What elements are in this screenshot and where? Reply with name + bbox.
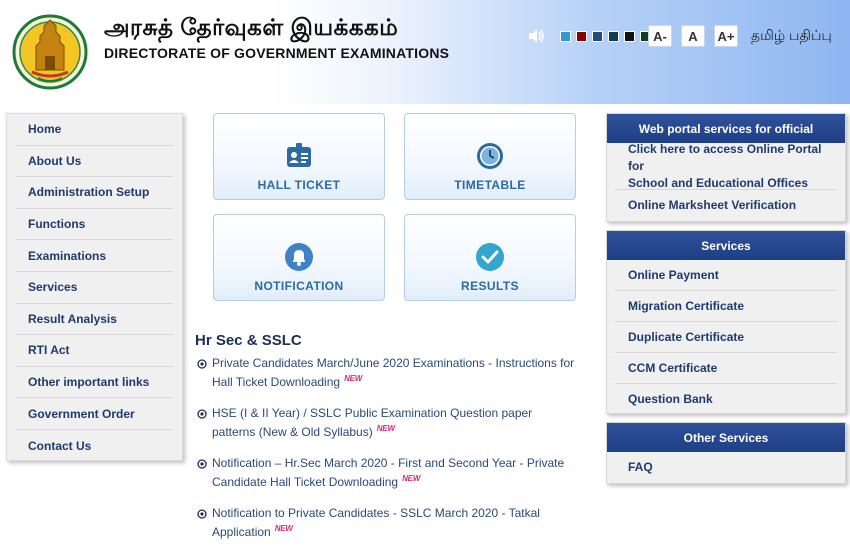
main-nav-sidebar: Home About Us Administration Setup Funct… (6, 113, 183, 461)
online-portal-link[interactable]: Click here to access Online Portal for S… (615, 141, 837, 190)
services-heading: Services (607, 231, 845, 260)
question-bank-link[interactable]: Question Bank (615, 384, 837, 415)
clock-icon (477, 143, 503, 169)
sidebar-item-services[interactable]: Services (16, 272, 173, 304)
circle-bullet-icon (197, 359, 207, 369)
sidebar-item-functions[interactable]: Functions (16, 209, 173, 241)
sidebar-item-rti-act[interactable]: RTI Act (16, 335, 173, 367)
official-portal-heading: Web portal services for official (607, 114, 845, 143)
news-text-line1: Notification to Private Candidates - SSL… (212, 506, 540, 520)
news-item[interactable]: Notification – Hr.Sec March 2020 - First… (197, 456, 582, 490)
theme-swatch-5[interactable] (624, 31, 635, 42)
news-text-line2: Candidate Hall Ticket Downloading (212, 475, 399, 489)
news-text-line1: HSE (I & II Year) / SSLC Public Examinat… (212, 406, 533, 420)
other-services-panel: Other Services FAQ (606, 422, 846, 484)
news-item[interactable]: Notification to Private Candidates - SSL… (197, 506, 582, 540)
theme-swatch-2[interactable] (576, 31, 587, 42)
duplicate-certificate-link[interactable]: Duplicate Certificate (615, 322, 837, 353)
notification-label: NOTIFICATION (254, 279, 344, 293)
migration-certificate-link[interactable]: Migration Certificate (615, 291, 837, 322)
speaker-icon[interactable] (527, 27, 545, 45)
timetable-label: TIMETABLE (454, 178, 526, 192)
hall-ticket-label: HALL TICKET (257, 178, 341, 192)
site-header: அரசுத் தேர்வுகள் இயக்ககம் DIRECTORATE OF… (0, 0, 850, 104)
new-badge-icon: NEW (344, 374, 363, 383)
sidebar-item-contact-us[interactable]: Contact Us (16, 430, 173, 462)
circle-bullet-icon (197, 459, 207, 469)
results-label: RESULTS (461, 279, 519, 293)
news-text-line1: Notification – Hr.Sec March 2020 - First… (212, 456, 565, 470)
tamil-version-link[interactable]: தமிழ் பதிப்பு (751, 27, 832, 46)
circle-bullet-icon (197, 509, 207, 519)
font-increase-button[interactable]: A+ (714, 25, 738, 47)
timetable-tile[interactable]: TIMETABLE (404, 113, 576, 200)
news-list: Private Candidates March/June 2020 Exami… (197, 356, 582, 550)
news-item[interactable]: HSE (I & II Year) / SSLC Public Examinat… (197, 406, 582, 440)
theme-color-selector (560, 31, 651, 42)
online-payment-link[interactable]: Online Payment (615, 260, 837, 291)
online-marksheet-verification-link[interactable]: Online Marksheet Verification (615, 190, 837, 221)
new-badge-icon: NEW (274, 524, 293, 533)
new-badge-icon: NEW (402, 474, 421, 483)
online-portal-link-line2: School and Educational Offices (628, 175, 809, 190)
other-services-heading: Other Services (607, 423, 845, 452)
theme-swatch-3[interactable] (592, 31, 603, 42)
font-reset-button[interactable]: A (681, 25, 705, 47)
site-title-tamil: அரசுத் தேர்வுகள் இயக்ககம் (104, 14, 399, 40)
online-portal-link-line1: Click here to access Online Portal for (628, 141, 822, 173)
news-text-line2: Application (212, 525, 271, 539)
faq-link[interactable]: FAQ (615, 452, 837, 483)
sidebar-item-about-us[interactable]: About Us (16, 146, 173, 178)
news-section-title: Hr Sec & SSLC (195, 332, 302, 349)
hall-ticket-tile[interactable]: HALL TICKET (213, 113, 385, 200)
sidebar-item-other-links[interactable]: Other important links (16, 367, 173, 399)
news-text-line2: Hall Ticket Downloading (212, 375, 341, 389)
site-title-english: DIRECTORATE OF GOVERNMENT EXAMINATIONS (104, 45, 450, 61)
services-panel: Services Online Payment Migration Certif… (606, 230, 846, 414)
sidebar-item-home[interactable]: Home (16, 114, 173, 146)
font-size-controls: A- A A+ (648, 25, 738, 47)
news-text-line2: patterns (New & Old Syllabus) (212, 425, 373, 439)
ccm-certificate-link[interactable]: CCM Certificate (615, 353, 837, 384)
theme-swatch-1[interactable] (560, 31, 571, 42)
font-decrease-button[interactable]: A- (648, 25, 672, 47)
tamil-nadu-emblem-icon[interactable] (12, 12, 88, 92)
results-tile[interactable]: RESULTS (404, 214, 576, 301)
news-item[interactable]: Private Candidates March/June 2020 Exami… (197, 356, 582, 390)
sidebar-item-administration-setup[interactable]: Administration Setup (16, 177, 173, 209)
news-text-line1: Private Candidates March/June 2020 Exami… (212, 356, 575, 370)
sidebar-item-government-order[interactable]: Government Order (16, 398, 173, 430)
bell-icon (285, 243, 313, 271)
id-badge-icon (287, 143, 311, 167)
sidebar-item-result-analysis[interactable]: Result Analysis (16, 304, 173, 336)
new-badge-icon: NEW (376, 424, 395, 433)
circle-bullet-icon (197, 409, 207, 419)
official-portal-panel: Web portal services for official Click h… (606, 113, 846, 222)
theme-swatch-4[interactable] (608, 31, 619, 42)
checkmark-icon (476, 243, 504, 271)
sidebar-item-examinations[interactable]: Examinations (16, 240, 173, 272)
notification-tile[interactable]: NOTIFICATION (213, 214, 385, 301)
